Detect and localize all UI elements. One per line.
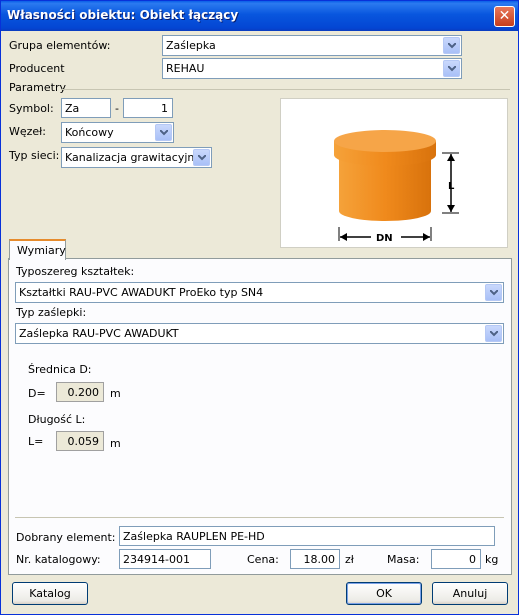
tab-panel-dimensions: Typoszereg kształtek: Kształtki RAU-PVC … xyxy=(8,258,512,575)
cap-type-select[interactable]: Zaślepka RAU-PVC AWADUKT xyxy=(15,323,504,344)
window-title: Własności obiektu: Obiekt łączący xyxy=(7,8,239,22)
mass-label: Masa: xyxy=(387,553,420,566)
network-select[interactable]: Kanalizacja grawitacyjna xyxy=(61,147,212,168)
mass-value: 0 xyxy=(469,553,476,566)
ok-button[interactable]: OK xyxy=(346,582,422,605)
symbol-number-value: 1 xyxy=(161,102,168,115)
ok-button-label: OK xyxy=(376,587,392,600)
catalog-number-field[interactable]: 234914-001 xyxy=(119,549,211,569)
diameter-value: 0.200 xyxy=(67,386,100,399)
length-field: 0.059 xyxy=(56,431,104,451)
cancel-button-label: Anuluj xyxy=(452,587,488,600)
series-select-value: Kształtki RAU-PVC AWADUKT ProEko typ SN4 xyxy=(19,286,264,299)
chevron-down-icon[interactable] xyxy=(443,37,460,54)
symbol-input-value: Za xyxy=(65,102,80,115)
price-unit: zł xyxy=(345,553,354,566)
network-label: Typ sieci: xyxy=(9,149,60,162)
catalog-number-label: Nr. katalogowy: xyxy=(16,553,101,566)
diameter-field: 0.200 xyxy=(56,382,104,402)
diameter-label: D= xyxy=(28,387,46,400)
diameter-unit: m xyxy=(110,387,121,400)
node-select-value: Końcowy xyxy=(65,126,114,139)
producer-select-value: REHAU xyxy=(166,62,205,75)
selected-element-field[interactable]: Zaślepka RAUPLEN PE-HD xyxy=(119,526,495,546)
close-button[interactable]: ✕ xyxy=(494,6,515,27)
group-select-value: Zaślepka xyxy=(166,39,216,52)
cap-type-select-value: Zaślepka RAU-PVC AWADUKT xyxy=(19,327,179,340)
producer-label: Producent xyxy=(9,62,65,75)
length-title: Długość L: xyxy=(28,413,86,426)
length-unit: m xyxy=(110,437,121,450)
params-divider xyxy=(61,89,510,90)
series-select[interactable]: Kształtki RAU-PVC AWADUKT ProEko typ SN4 xyxy=(15,282,504,303)
price-field[interactable]: 18.00 xyxy=(290,549,340,569)
cancel-button[interactable]: Anuluj xyxy=(432,582,508,605)
symbol-label: Symbol: xyxy=(9,102,54,115)
symbol-number-input[interactable]: 1 xyxy=(123,98,173,118)
chevron-down-icon[interactable] xyxy=(485,325,502,342)
price-label: Cena: xyxy=(247,553,279,566)
title-bar[interactable]: Własności obiektu: Obiekt łączący ✕ xyxy=(1,1,518,31)
selected-element-value: Zaślepka RAUPLEN PE-HD xyxy=(123,530,265,543)
dialog-window: Własności obiektu: Obiekt łączący ✕ Grup… xyxy=(0,0,519,615)
symbol-separator: - xyxy=(115,102,119,115)
dimension-dn-label: DN xyxy=(376,233,393,244)
cap-top xyxy=(334,130,436,152)
cap-type-label: Typ zaślepki: xyxy=(16,306,87,319)
length-label: L= xyxy=(28,435,44,448)
tab-dimensions[interactable]: Wymiary xyxy=(9,239,66,260)
series-label: Typoszereg kształtek: xyxy=(16,265,135,278)
group-select[interactable]: Zaślepka xyxy=(162,35,462,56)
chevron-down-icon[interactable] xyxy=(443,60,460,77)
element-preview: L DN xyxy=(280,98,508,248)
symbol-input[interactable]: Za xyxy=(61,98,111,118)
producer-select[interactable]: REHAU xyxy=(162,58,462,79)
length-value: 0.059 xyxy=(67,435,100,448)
group-label: Grupa elementów: xyxy=(9,39,111,52)
params-title: Parametry xyxy=(9,81,66,94)
close-icon: ✕ xyxy=(498,8,511,24)
price-value: 18.00 xyxy=(303,553,336,566)
chevron-down-icon[interactable] xyxy=(485,284,502,301)
end-cap-illustration: L DN xyxy=(334,130,459,244)
chevron-down-icon[interactable] xyxy=(193,149,210,166)
diameter-title: Średnica D: xyxy=(28,363,92,376)
selected-element-label: Dobrany element: xyxy=(16,531,116,544)
catalog-button-label: Katalog xyxy=(29,587,71,600)
catalog-number-value: 234914-001 xyxy=(123,553,190,566)
catalog-button[interactable]: Katalog xyxy=(12,582,88,605)
node-select[interactable]: Końcowy xyxy=(61,122,174,143)
chevron-down-icon[interactable] xyxy=(155,124,172,141)
network-select-value: Kanalizacja grawitacyjna xyxy=(65,151,202,164)
mass-field[interactable]: 0 xyxy=(431,549,481,569)
mass-unit: kg xyxy=(485,553,499,566)
selected-divider xyxy=(15,517,504,518)
tab-dimensions-label: Wymiary xyxy=(17,244,66,257)
dimension-l-label: L xyxy=(448,181,455,192)
node-label: Węzeł: xyxy=(9,125,47,138)
